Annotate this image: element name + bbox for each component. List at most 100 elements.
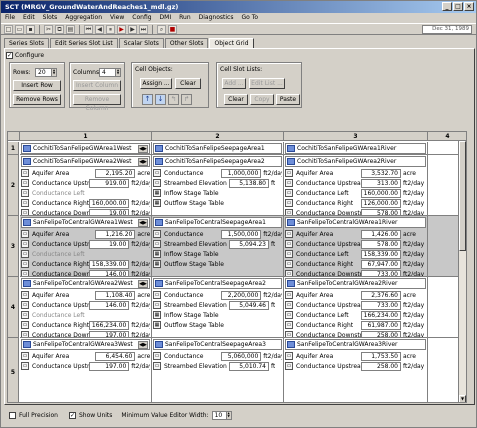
paste-icon[interactable]: ▤: [66, 24, 75, 34]
slot-row[interactable]: ▦ Outflow Stage Table: [153, 198, 282, 208]
slot-value-field[interactable]: 160,000.00: [361, 188, 401, 198]
row-header[interactable]: 4: [8, 277, 19, 338]
object-header[interactable]: CochitiToSanFelipeSeepageArea1: [153, 143, 282, 154]
slot-value-field[interactable]: 146.00: [89, 269, 130, 276]
slot-row[interactable]: ▭ Aquifer Area 2,195.20 acre: [21, 168, 150, 178]
columns-spinbox[interactable]: 4 ▲ ▼: [99, 68, 121, 77]
slot-row[interactable]: ▦ Inflow Stage Table: [153, 249, 282, 259]
tab-other-slots[interactable]: Other Slots: [164, 38, 209, 48]
minimize-button[interactable]: _: [442, 2, 452, 11]
tab-series-slots[interactable]: Series Slots: [4, 38, 49, 48]
maximize-button[interactable]: □: [453, 2, 463, 11]
slot-row[interactable]: ▭Conductance Upstream197.00ft2/day: [21, 361, 150, 371]
slot-row[interactable]: ▭ Aquifer Area 1,753.50 acre: [285, 351, 426, 361]
slot-value-field[interactable]: 733.00: [361, 269, 401, 276]
grid-cell[interactable]: SanFelipeToCentralGWArea2River ▭ Aquifer A…: [284, 277, 428, 338]
grid-cell[interactable]: SanFelipeToCentralGWArea1West ◀▶ ▭ Aquifer …: [20, 216, 152, 277]
slot-value-field[interactable]: 733.00: [361, 300, 401, 310]
column-header[interactable]: 4: [428, 132, 466, 141]
slot-value-field[interactable]: 1,500,000: [221, 229, 262, 239]
slot-row[interactable]: ▭ Streambed Elevation 5,049.46 ft: [153, 300, 282, 310]
grid-cell[interactable]: SanFelipeToCentralSeepageArea2 ▭ Conductan…: [152, 277, 284, 338]
menu-file[interactable]: File: [5, 14, 15, 22]
insert-column-button[interactable]: Insert Column: [73, 80, 121, 91]
object-header[interactable]: SanFelipeToCentralGWArea3River: [285, 339, 426, 350]
slot-value-field[interactable]: 6,454.60: [95, 351, 136, 361]
slot-row[interactable]: ▭ Conductance Right 61,987.00 ft2/day: [285, 320, 426, 330]
step-back-icon[interactable]: ◀: [95, 24, 104, 34]
object-header[interactable]: CochitiToSanFelipeSeepageArea2: [153, 156, 282, 167]
object-header[interactable]: CochitiToSanFelipeGWArea1River: [285, 143, 426, 154]
slot-row[interactable]: ▭ Conductance Left 158,339.00 ft2/day: [285, 249, 426, 259]
slot-value-field[interactable]: 919.00: [89, 178, 130, 188]
slot-value-field[interactable]: 166,234.00: [361, 310, 401, 320]
slot-row[interactable]: ▭ Conductance Upstream 258.00 ft2/day: [285, 361, 426, 371]
object-header[interactable]: SanFelipeToCentralSeepageArea3: [153, 339, 282, 350]
clear-slot-list-button[interactable]: Clear: [224, 94, 248, 105]
slot-row[interactable]: ▭Conductance Right166,234.00ft2/day: [21, 320, 150, 330]
slot-value-field[interactable]: 19.00: [89, 208, 130, 215]
grid-cell[interactable]: SanFelipeToCentralGWArea2West ◀▶ ▭ Aquifer …: [20, 277, 152, 338]
slot-row[interactable]: ▦ Outflow Stage Table: [153, 259, 282, 269]
remove-rows-button[interactable]: Remove Rows: [13, 94, 61, 105]
configure-toggle[interactable]: ✓ Configure: [6, 52, 44, 59]
slot-row[interactable]: ▭Conductance Upstream146.00ft2/day: [21, 300, 150, 310]
move-up-icon[interactable]: ↑: [142, 94, 153, 105]
expand-arrows-icon[interactable]: ◀▶: [138, 144, 148, 153]
slot-value-field[interactable]: 1,426.00: [361, 229, 401, 239]
menu-view[interactable]: View: [110, 14, 124, 22]
slot-row[interactable]: ▭ Conductance Left 166,234.00 ft2/day: [285, 310, 426, 320]
slot-row[interactable]: ▭ Aquifer Area 1,426.00 acre: [285, 229, 426, 239]
close-button[interactable]: ×: [464, 2, 474, 11]
grid-cell[interactable]: CochitiToSanFelipeGWArea2River ▭ Aquifer A…: [284, 155, 428, 216]
expand-arrows-icon[interactable]: ◀▶: [138, 157, 148, 166]
grid-cell[interactable]: SanFelipeToCentralGWArea3West ◀▶ ▭ Aquifer …: [20, 338, 152, 402]
slot-value-field[interactable]: 5,094.23: [229, 239, 269, 249]
copy-slot-list-button[interactable]: Copy: [250, 94, 274, 105]
grid-cell[interactable]: CochitiToSanFelipeSeepageArea1: [152, 142, 284, 155]
slot-row[interactable]: ▦ Outflow Stage Table: [153, 320, 282, 330]
slot-row[interactable]: ▭Conductance 1,500,000ft2/day: [153, 229, 282, 239]
spin-arrows-icon[interactable]: ▲ ▼: [115, 69, 120, 76]
spin-arrows-icon[interactable]: ▲ ▼: [51, 69, 56, 76]
slot-row[interactable]: ▭Conductance Downstream19.00ft2/day: [21, 208, 150, 215]
slot-row[interactable]: ▦ Inflow Stage Table: [153, 310, 282, 320]
grid-cell[interactable]: CochitiToSanFelipeGWArea1River: [284, 142, 428, 155]
column-header[interactable]: 2: [152, 132, 284, 141]
menu-diagnostics[interactable]: Diagnostics: [199, 14, 234, 22]
step-forward-icon[interactable]: ▶: [128, 24, 137, 34]
slot-value-field[interactable]: 5,138.80: [229, 178, 269, 188]
slot-value-field[interactable]: 126,000.00: [361, 198, 401, 208]
slot-row[interactable]: ▭ Conductance Right 126,000.00 ft2/day: [285, 198, 426, 208]
search-icon[interactable]: ⌕: [157, 24, 166, 34]
move-right-icon[interactable]: ↱: [181, 94, 192, 105]
fast-forward-icon[interactable]: ⏭: [139, 24, 148, 34]
slot-row[interactable]: ▭ Aquifer Area 3,532.70 acre: [285, 168, 426, 178]
move-down-icon[interactable]: ↓: [155, 94, 166, 105]
slot-value-field[interactable]: 158,339.00: [361, 249, 401, 259]
expand-arrows-icon[interactable]: ◀▶: [138, 279, 148, 288]
grid-cell[interactable]: CochitiToSanFelipeGWArea2West ◀▶ ▭ Aquifer …: [20, 155, 152, 216]
slot-row[interactable]: ▭ Conductance Left 160,000.00 ft2/day: [285, 188, 426, 198]
object-header[interactable]: SanFelipeToCentralGWArea2River: [285, 278, 426, 289]
row-header[interactable]: 3: [8, 216, 19, 277]
slot-row[interactable]: ▭ Streambed Elevation 5,010.74 ft: [153, 361, 282, 371]
slot-value-field[interactable]: 5,049.46: [229, 300, 269, 310]
slot-value-field[interactable]: 2,200,000: [221, 290, 262, 300]
save-icon[interactable]: ▪: [26, 24, 35, 34]
stop-icon[interactable]: ■: [168, 24, 177, 34]
configure-checkbox[interactable]: ✓: [6, 52, 13, 59]
slot-row[interactable]: ▭Conductance 2,200,000ft2/day: [153, 290, 282, 300]
remove-column-button[interactable]: Remove Column: [73, 94, 121, 112]
slot-value-field[interactable]: 1,108.40: [95, 290, 136, 300]
slot-value-field[interactable]: 67,947.00: [361, 259, 401, 269]
slot-value-field[interactable]: 578.00: [361, 239, 401, 249]
slot-value-field[interactable]: 146.00: [89, 300, 130, 310]
object-header[interactable]: CochitiToSanFelipeGWArea2West ◀▶: [21, 156, 150, 167]
slot-row[interactable]: ▭Conductance 1,000,000ft2/day: [153, 168, 282, 178]
menu-run[interactable]: Run: [179, 14, 191, 22]
slot-row[interactable]: ▭Conductance Right160,000.00ft2/day: [21, 198, 150, 208]
scroll-down-icon[interactable]: ▼: [459, 395, 466, 402]
slot-row[interactable]: ▭Conductance 5,060,000ft2/day: [153, 351, 282, 361]
rows-spinbox[interactable]: 20 ▲ ▼: [35, 68, 57, 77]
